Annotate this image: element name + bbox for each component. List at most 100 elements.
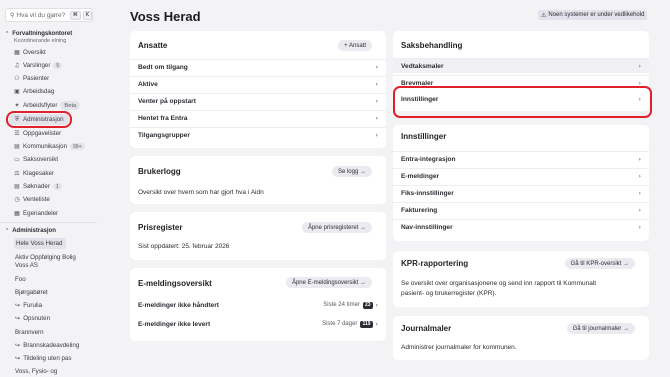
open-emelding-button[interactable]: Åpne E-meldingsoversikt → xyxy=(285,277,372,288)
sidebar-item-arbeidsflyter[interactable]: ✦ Arbeidsflyter Beta xyxy=(9,100,95,111)
brukerlogg-card: Brukerlogg Se logg → Oversikt over hvem … xyxy=(130,156,386,204)
shield-icon: ⛨ xyxy=(14,115,20,123)
sub-arrow-icon: ↪ xyxy=(15,342,21,349)
card-title: Saksbehandling xyxy=(401,41,463,50)
section-subtitle: Koordinerande eining xyxy=(14,38,67,44)
list-row-venter-pa-oppstart[interactable]: Venter på oppstart › xyxy=(130,93,386,108)
list-icon: ☰ xyxy=(14,130,20,137)
chevron-right-icon: › xyxy=(638,223,641,231)
beta-badge: Beta xyxy=(60,101,81,110)
org-item[interactable]: Voss AS xyxy=(14,260,38,271)
chevron-right-icon: › xyxy=(638,155,641,163)
emelding-row-undelivered[interactable]: E-meldinger ikke levert Siste 7 dager 11… xyxy=(138,318,378,330)
org-item[interactable]: ↪ Furulia xyxy=(14,300,42,311)
chevron-right-icon: › xyxy=(638,62,641,70)
org-item[interactable]: ↪ Brannskadeavdeling xyxy=(14,340,79,351)
k-key: K xyxy=(82,10,92,20)
emelding-row-unhandled[interactable]: E-meldinger ikke håndtert Siste 24 timer… xyxy=(138,299,378,311)
search-input[interactable]: ⚲ Hva vil du gjøre? ⌘ K xyxy=(5,8,93,22)
org-item[interactable]: ↪ Tildeling uten pas xyxy=(14,353,71,364)
briefcase-icon: ▣ xyxy=(14,88,20,95)
org-item[interactable]: Foo xyxy=(14,274,26,285)
section-administrasjon[interactable]: ⌃ Administrasjon xyxy=(5,228,56,234)
view-log-button[interactable]: Se logg → xyxy=(331,166,372,177)
list-row-aktive[interactable]: Aktive › xyxy=(130,76,386,91)
sidebar-item-administrasjon[interactable]: ⛨ Administrasjon xyxy=(6,111,72,128)
org-item[interactable]: Bjørgabøret xyxy=(14,287,48,298)
card-title: E-meldingsoversikt xyxy=(138,279,212,288)
card-title: Journalmaler xyxy=(401,324,452,333)
sidebar-item-pasienter[interactable]: ⚇ Pasienter xyxy=(9,73,95,84)
open-price-register-button[interactable]: Åpne prisregisteret → xyxy=(301,222,372,233)
folder-icon: ▭ xyxy=(14,156,20,163)
sidebar-item-egenandeler[interactable]: ▦ Egenandeler xyxy=(9,208,95,219)
org-item[interactable]: Brannvern xyxy=(14,327,44,338)
sidebar-item-oppgavelister[interactable]: ☰ Oppgavelister xyxy=(9,128,95,139)
last-updated-text: Sist oppdatert: 25. februar 2026 xyxy=(138,243,230,250)
kpr-card: KPR-rapportering Gå til KPR-oversikt → S… xyxy=(393,251,649,307)
sidebar-item-varslinger[interactable]: ♫ Varslinger 5 xyxy=(9,60,95,71)
sidebar-item-oversikt[interactable]: ▦ Oversikt xyxy=(9,47,95,58)
org-item[interactable]: Hele Voss Herad xyxy=(14,238,66,249)
chevron-right-icon: › xyxy=(375,301,378,309)
org-item[interactable]: Voss, Fysio- og xyxy=(14,366,57,377)
search-icon: ⚲ xyxy=(10,11,15,19)
chevron-right-icon: › xyxy=(638,172,641,180)
gavel-icon: ⚖ xyxy=(14,170,20,177)
go-to-journal-templates-button[interactable]: Gå til journalmaler → xyxy=(566,323,635,334)
chevron-up-icon: ⌃ xyxy=(5,31,10,37)
list-row-fiks[interactable]: Fiks-innstillinger › xyxy=(393,185,649,200)
count-badge: 5 xyxy=(53,62,63,69)
sparkle-icon: ✦ xyxy=(14,102,20,109)
list-row-vedtaksmaler[interactable]: Vedtaksmaler › xyxy=(393,58,649,73)
list-row-tilgangsgrupper[interactable]: Tilgangsgrupper › xyxy=(130,127,386,142)
innstillinger-card: Innstillinger Entra-integrasjon › E-meldi… xyxy=(393,125,649,241)
sidebar-item-klagesaker[interactable]: ⚖ Klagesaker xyxy=(9,168,95,179)
count-badge: 1 xyxy=(52,183,62,190)
list-row-entra[interactable]: Entra-integrasjon › xyxy=(393,151,649,166)
list-row-hentet-fra-entra[interactable]: Hentet fra Entra › xyxy=(130,110,386,125)
prisregister-card: Prisregister Åpne prisregisteret → Sist … xyxy=(130,212,386,260)
sidebar-item-soknader[interactable]: ▤ Søknader 1 xyxy=(9,181,95,192)
list-row-emeldinger[interactable]: E-meldinger › xyxy=(393,168,649,183)
users-icon: ⚇ xyxy=(14,75,20,82)
count-badge: 99+ xyxy=(70,143,85,150)
list-row-fakturering[interactable]: Fakturering › xyxy=(393,202,649,217)
emelding-card: E-meldingsoversikt Åpne E-meldingsoversi… xyxy=(130,268,386,341)
sub-arrow-icon: ↪ xyxy=(15,355,21,362)
chevron-up-icon: ⌃ xyxy=(5,228,10,234)
sub-arrow-icon: ↪ xyxy=(15,315,21,322)
message-icon: ▤ xyxy=(14,143,20,150)
card-description: Administrer journalmaler for kommunen. xyxy=(401,344,517,351)
count-badge: 23 xyxy=(362,301,373,309)
doc-icon: ▤ xyxy=(14,183,20,190)
sidebar: ⚲ Hva vil du gjøre? ⌘ K ⌃ Forvaltningsko… xyxy=(0,0,97,377)
add-employee-button[interactable]: + Ansatt xyxy=(338,40,372,51)
chevron-right-icon: › xyxy=(375,80,378,88)
list-row-bedt-om-tilgang[interactable]: Bedt om tilgang › xyxy=(130,59,386,74)
chevron-right-icon: › xyxy=(375,97,378,105)
grid-icon: ▦ xyxy=(14,49,20,56)
sidebar-item-arbeidsdag[interactable]: ▣ Arbeidsdag xyxy=(9,86,95,97)
card-description: Se oversikt over organisasjonene og send… xyxy=(401,280,597,287)
section-forvaltning[interactable]: ⌃ Forvaltningskontoret xyxy=(5,31,72,37)
chevron-right-icon: › xyxy=(375,114,378,122)
sidebar-item-saksoversikt[interactable]: ▭ Saksoversikt xyxy=(9,154,95,165)
table-icon: ▦ xyxy=(14,210,20,217)
status-banner[interactable]: ⚠ Noen systemer er under vedlikehold xyxy=(538,10,648,20)
highlight-box xyxy=(393,86,652,118)
page-title: Voss Herad xyxy=(130,9,201,24)
command-key: ⌘ xyxy=(69,10,81,20)
card-description: pasient- og brukerregister (KPR). xyxy=(401,290,497,297)
card-title: KPR-rapportering xyxy=(401,259,469,268)
card-title: Innstillinger xyxy=(401,132,447,141)
chevron-right-icon: › xyxy=(375,320,378,328)
go-to-kpr-button[interactable]: Gå til KPR-oversikt → xyxy=(564,258,635,269)
sidebar-item-venteliste[interactable]: ◷ Venteliste xyxy=(9,194,95,205)
list-row-nav[interactable]: Nav-innstillinger › xyxy=(393,219,649,234)
chevron-right-icon: › xyxy=(638,206,641,214)
warning-icon: ⚠ xyxy=(541,11,547,19)
org-item[interactable]: ↪ Opsnuten xyxy=(14,313,50,324)
chevron-right-icon: › xyxy=(375,63,378,71)
sidebar-item-kommunikasjon[interactable]: ▤ Kommunikasjon 99+ xyxy=(9,141,95,152)
